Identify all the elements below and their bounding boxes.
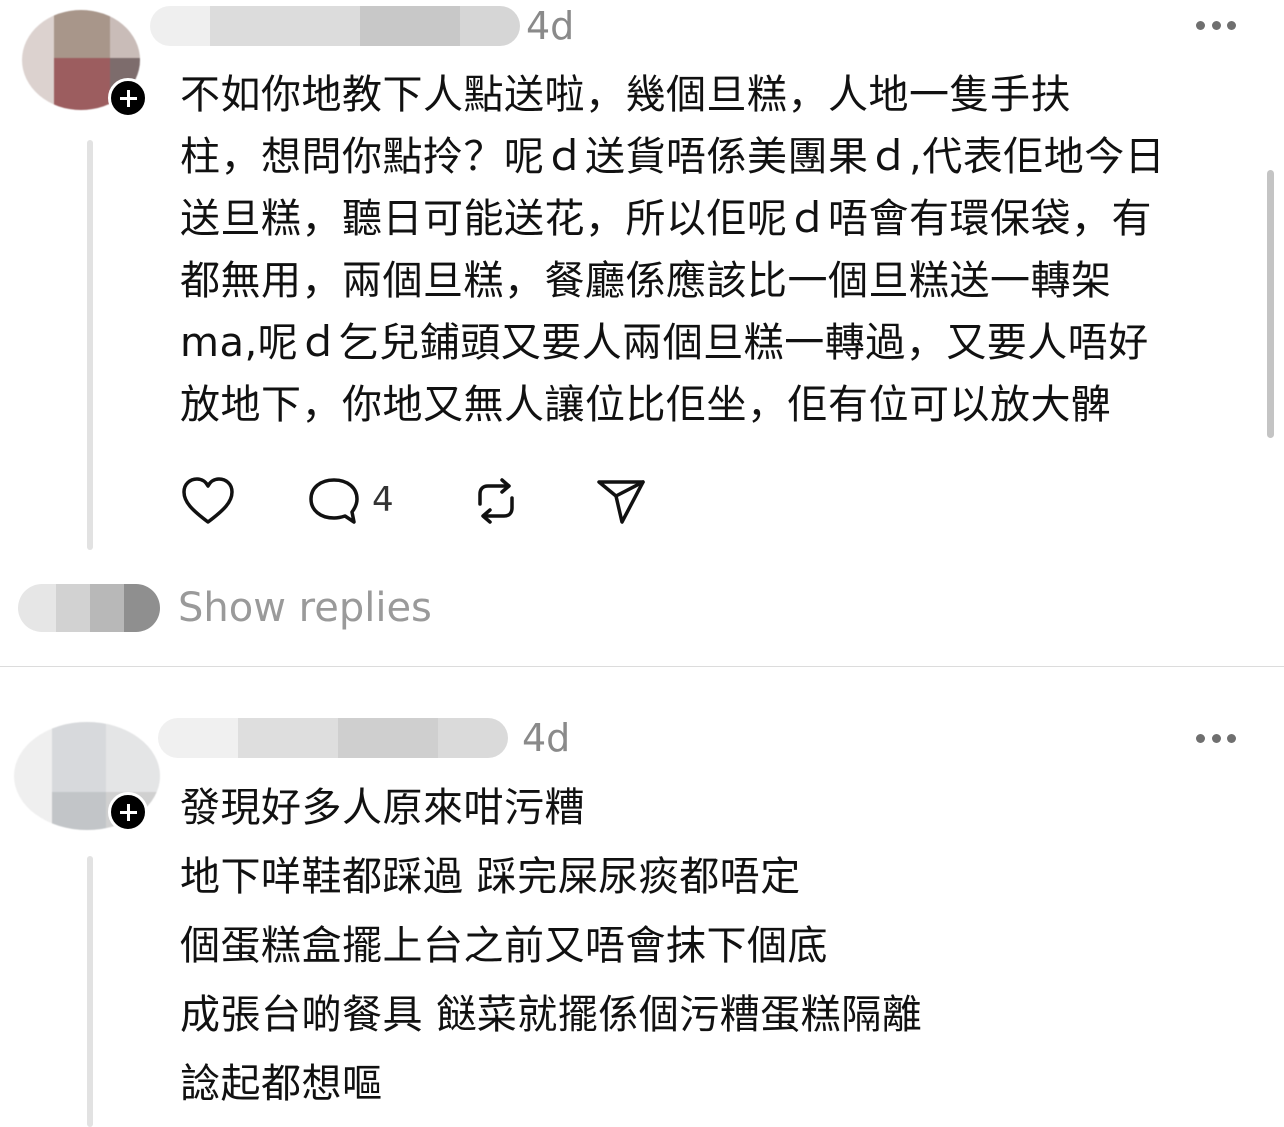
post-text: 發現好多人原來咁污糟 地下咩鞋都踩過 踩完屎尿痰都唔定 個蛋糕盒擺上台之前又唔會… — [180, 774, 922, 1119]
post-text-line: 不如你地教下人點送啦，幾個旦糕，人地一隻手扶 — [180, 72, 1071, 118]
more-options-icon[interactable] — [1196, 19, 1236, 31]
comment-bubble-icon — [309, 478, 359, 524]
reply-count: 4 — [372, 480, 394, 520]
follow-plus-icon[interactable] — [108, 792, 148, 832]
post-text-line: 諗起都想嘔 — [180, 1061, 383, 1107]
repost-icon — [478, 478, 514, 524]
thread-line — [87, 140, 93, 550]
post-text-line: 發現好多人原來咁污糟 — [180, 785, 585, 831]
post-text-line: ma,呢ｄ乞兒鋪頭又要人兩個旦糕一轉過，又要人唔好 — [180, 320, 1149, 366]
share-button[interactable] — [594, 474, 650, 528]
follow-plus-icon[interactable] — [108, 78, 148, 118]
post-time: 4d — [526, 4, 575, 48]
reply-avatars-redacted[interactable] — [18, 584, 160, 632]
more-options-icon[interactable] — [1196, 732, 1236, 744]
like-button[interactable] — [180, 474, 236, 528]
post-text-line: 個蛋糕盒擺上台之前又唔會抹下個底 — [180, 923, 828, 969]
show-replies-link[interactable]: Show replies — [178, 586, 432, 630]
reply-button[interactable] — [306, 474, 362, 528]
post-divider — [0, 666, 1284, 667]
username-redacted[interactable] — [150, 6, 520, 46]
post-text: 不如你地教下人點送啦，幾個旦糕，人地一隻手扶 柱，想問你點拎？呢ｄ送貨唔係美團果… — [180, 64, 1165, 436]
repost-button[interactable] — [468, 474, 524, 528]
post-text-line: 柱，想問你點拎？呢ｄ送貨唔係美團果ｄ,代表佢地今日 — [180, 134, 1166, 180]
heart-icon — [182, 477, 234, 524]
post-text-line: 送旦糕，聽日可能送花，所以佢呢ｄ唔會有環保袋，有 — [180, 196, 1152, 242]
post-text-line: 放地下，你地又無人讓位比佢坐，佢有位可以放大髀 — [180, 382, 1112, 428]
post-text-line: 地下咩鞋都踩過 踩完屎尿痰都唔定 — [180, 854, 801, 900]
post-text-line: 成張台啲餐具 餸菜就擺係個污糟蛋糕隔離 — [180, 992, 923, 1038]
post-time: 4d — [522, 716, 571, 760]
send-paper-plane-icon — [597, 480, 645, 524]
scrollbar[interactable] — [1267, 170, 1274, 438]
post-text-line: 都無用，兩個旦糕，餐廳係應該比一個旦糕送一轉架 — [180, 258, 1112, 304]
thread-line — [87, 856, 93, 1127]
username-redacted[interactable] — [158, 718, 508, 758]
